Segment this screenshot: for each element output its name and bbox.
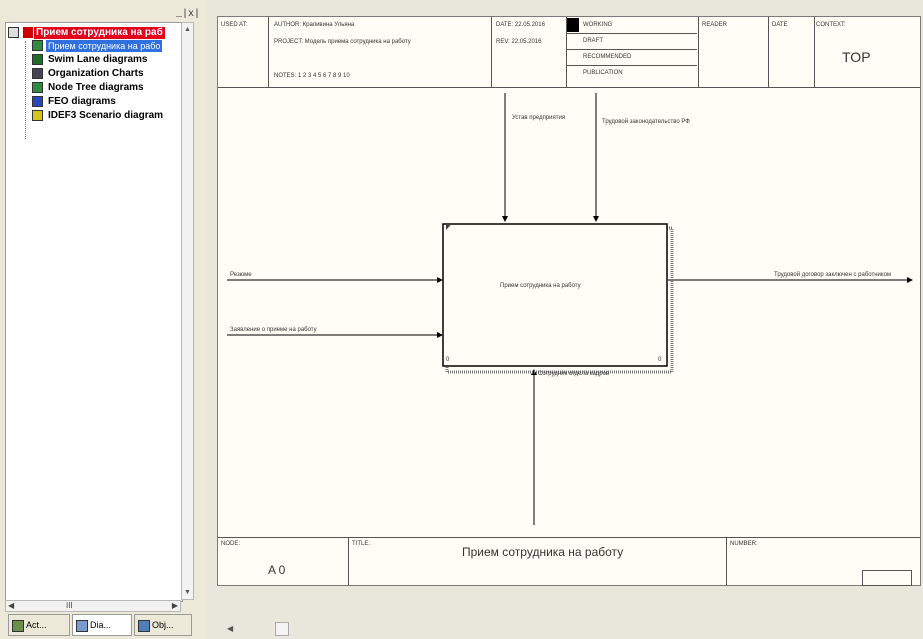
input-label-1[interactable]: Резюме [230, 272, 252, 278]
tab-label: Act... [26, 620, 47, 630]
scroll-left-icon[interactable]: ◀ [8, 601, 14, 610]
model-icon [8, 27, 19, 38]
scroll-down-icon[interactable]: ▼ [184, 589, 191, 596]
tab-activities[interactable]: Act... [8, 614, 70, 636]
tab-label: Dia... [90, 620, 112, 630]
tree-node-label: Swim Lane diagrams [48, 54, 148, 65]
node-tree-icon [32, 82, 43, 93]
footer-top-border [218, 537, 920, 538]
status-scroll-left-icon[interactable]: ◀ [227, 624, 233, 633]
tree-node-label: FEO diagrams [48, 96, 116, 107]
footer-divider [348, 537, 349, 585]
tree-node-context-diagram[interactable]: Прием сотрудника на рабо [22, 40, 182, 52]
status-scroll-thumb[interactable] [275, 622, 289, 636]
control-label-2[interactable]: Трудовой законодательство РФ [602, 119, 690, 125]
tree-node-label: IDEF3 Scenario diagram [48, 110, 164, 121]
tree-node-swimlane[interactable]: Swim Lane diagrams [22, 54, 182, 66]
tree-node-label: Прием сотрудника на рабо [46, 40, 163, 52]
box-cost: 0 [446, 357, 450, 363]
activity-box [442, 223, 668, 367]
status-bar: ◀ [217, 620, 923, 639]
pane-window-controls[interactable]: _|x| [176, 9, 206, 22]
scroll-thumb[interactable]: III [66, 601, 73, 610]
box-number: 0 [658, 357, 662, 363]
activities-icon [12, 619, 24, 632]
tree-node-label: Прием сотрудника на раб [34, 27, 165, 39]
tree-node-label: Node Tree diagrams [48, 82, 144, 93]
tab-label: Obj... [152, 620, 174, 630]
tab-diagrams[interactable]: Dia... [72, 614, 132, 636]
model-tree[interactable]: Прием сотрудника на раб Прием сотрудника… [5, 22, 183, 602]
tree-node-feo[interactable]: FEO diagrams [22, 96, 182, 108]
model-explorer-pane: _|x| Прием сотрудника на раб Прием сотру… [0, 0, 207, 639]
title-value: Прием сотрудника на работу [462, 545, 624, 559]
tree-node-node-tree[interactable]: Node Tree diagrams [22, 82, 182, 94]
input-label-2[interactable]: Заявление о приеме на работу [230, 327, 317, 333]
root-collapse-icon[interactable] [23, 27, 33, 38]
number-label: NUMBER: [730, 541, 758, 547]
feo-icon [32, 96, 43, 107]
idef0-diagram-icon [32, 40, 43, 51]
diagrams-icon [76, 619, 88, 632]
mechanism-label-1[interactable]: Сотрудник отдела кадров [538, 371, 609, 377]
scroll-up-icon[interactable]: ▲ [184, 26, 191, 33]
output-label-1[interactable]: Трудовой договор заключен с работником [774, 272, 891, 278]
tree-node-root[interactable]: Прием сотрудника на раб [8, 27, 182, 39]
tree-vertical-scrollbar[interactable]: ▲ ▼ [181, 22, 194, 600]
box-corner-mark: ◤ [446, 225, 451, 231]
tree-node-idef3[interactable]: IDEF3 Scenario diagram [22, 110, 182, 122]
number-box [862, 570, 912, 586]
tree-horizontal-scrollbar[interactable]: ◀ III ▶ [5, 600, 181, 612]
scroll-right-icon[interactable]: ▶ [172, 601, 178, 610]
node-value: A 0 [268, 563, 286, 577]
diagram-arrows [227, 93, 913, 525]
objects-icon [138, 619, 150, 632]
control-label-1[interactable]: Устав предприятия [512, 115, 565, 121]
org-chart-icon [32, 68, 43, 79]
idef0-diagram-canvas[interactable]: USED AT: AUTHOR: Крапивина Ульяна PROJEC… [217, 16, 921, 586]
tab-objects[interactable]: Obj... [134, 614, 192, 636]
swimlane-icon [32, 54, 43, 65]
tree-node-org-chart[interactable]: Organization Charts [22, 68, 182, 80]
node-label: NODE: [221, 541, 241, 547]
footer-divider [726, 537, 727, 585]
title-label: TITLE: [352, 541, 371, 547]
activity-box-label[interactable]: Прием сотрудника на работу [500, 283, 581, 289]
tree-node-label: Organization Charts [48, 68, 144, 79]
idef3-icon [32, 110, 43, 121]
